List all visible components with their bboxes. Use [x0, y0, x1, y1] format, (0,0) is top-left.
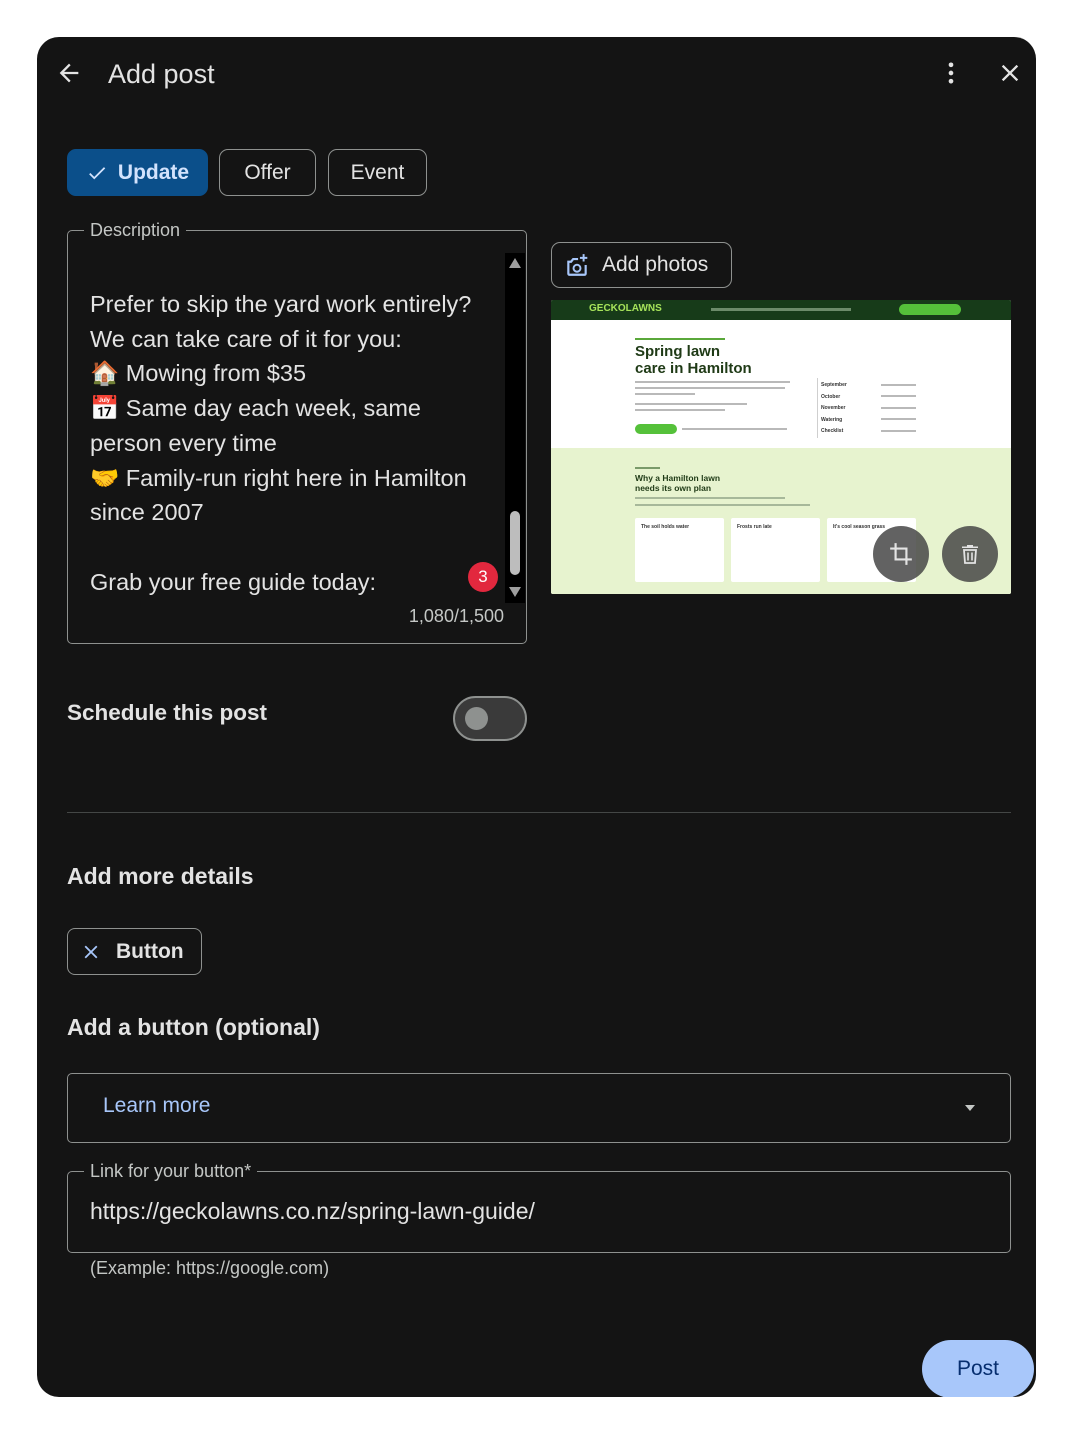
photo-thumbnail[interactable]: GECKOLAWNS Spring lawn care in Hamilton …	[551, 300, 1011, 594]
preview-card-3: It's cool season grass	[833, 524, 886, 530]
add-post-dialog: Add post Update Offer Event Description …	[37, 37, 1036, 1397]
link-field[interactable]: Link for your button* https://geckolawns…	[67, 1159, 1011, 1253]
preview-row-5: Checklist	[821, 428, 844, 434]
link-label: Link for your button*	[84, 1159, 258, 1183]
toggle-knob	[465, 707, 488, 730]
preview-section-title-2: needs its own plan	[635, 483, 712, 493]
tab-update[interactable]: Update	[67, 149, 208, 196]
grammar-badge[interactable]: 3	[468, 562, 498, 592]
trash-icon	[962, 545, 978, 564]
check-icon	[89, 166, 106, 179]
close-icon	[1001, 64, 1019, 82]
tab-update-label: Update	[117, 160, 190, 184]
preview-row-1: September	[821, 382, 847, 388]
button-type-value: Learn more	[103, 1094, 211, 1117]
add-photos-label: Add photos	[602, 253, 709, 276]
add-photos-button[interactable]: Add photos	[551, 242, 732, 288]
character-counter: 1,080/1,500	[408, 606, 504, 626]
scroll-down-icon	[509, 587, 521, 597]
close-button[interactable]	[992, 55, 1028, 91]
preview-headline-1: Spring lawn	[635, 343, 721, 360]
section-divider	[67, 812, 1011, 813]
crop-icon	[890, 543, 912, 565]
link-input[interactable]: https://geckolawns.co.nz/spring-lawn-gui…	[90, 1198, 535, 1225]
back-button[interactable]	[51, 55, 87, 91]
more-vert-icon	[948, 62, 954, 84]
arrow-back-icon	[59, 63, 79, 83]
scrollbar-thumb[interactable]	[510, 511, 520, 575]
tab-offer[interactable]: Offer	[219, 149, 316, 196]
dropdown-arrow-icon	[965, 1105, 975, 1111]
delete-photo-button[interactable]	[942, 526, 998, 582]
scroll-up-icon	[509, 258, 521, 268]
description-scrollbar[interactable]	[505, 253, 525, 603]
description-input[interactable]: Prefer to skip the yard work entirely? W…	[90, 287, 490, 599]
preview-row-2: October	[821, 393, 841, 400]
preview-row-4: Watering	[821, 416, 843, 423]
close-icon	[84, 945, 98, 958]
tab-event[interactable]: Event	[328, 149, 427, 196]
post-button[interactable]: Post	[922, 1340, 1034, 1397]
add-photo-icon	[567, 254, 588, 276]
page-title: Add post	[108, 59, 215, 89]
tab-event-label: Event	[350, 160, 405, 184]
preview-card-2: Frosts run late	[737, 524, 772, 530]
preview-headline-2: care in Hamilton	[635, 360, 752, 377]
crop-button[interactable]	[873, 526, 929, 582]
preview-logo: GECKOLAWNS	[589, 303, 662, 314]
preview-row-3: November	[821, 405, 846, 411]
add-button-heading: Add a button (optional)	[67, 1014, 320, 1040]
schedule-toggle[interactable]	[453, 696, 527, 741]
preview-card-1: The soil holds water	[641, 524, 690, 530]
link-hint: (Example: https://google.com)	[90, 1258, 330, 1278]
description-field[interactable]: Description Prefer to skip the yard work…	[67, 218, 527, 644]
tab-offer-label: Offer	[244, 160, 291, 184]
preview-nav-bar: GECKOLAWNS	[551, 300, 1011, 320]
button-chip[interactable]: Button	[67, 928, 202, 975]
preview-section-title-1: Why a Hamilton lawn	[635, 473, 721, 483]
more-options-button[interactable]	[933, 55, 969, 91]
more-details-heading: Add more details	[67, 863, 254, 889]
description-label: Description	[84, 218, 187, 242]
button-type-select[interactable]: Learn more	[67, 1073, 1011, 1143]
button-chip-label: Button	[116, 939, 184, 963]
schedule-label: Schedule this post	[67, 700, 268, 725]
